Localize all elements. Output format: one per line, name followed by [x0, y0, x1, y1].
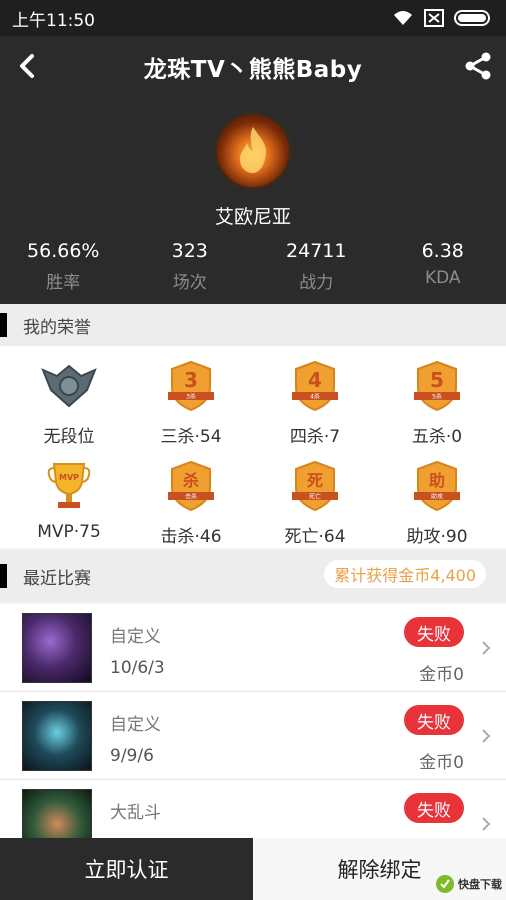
chevron-right-icon — [482, 729, 491, 743]
honor-deaths[interactable]: 死 死亡 死亡·64 — [252, 460, 378, 547]
stat-label: KDA — [424, 268, 461, 288]
stat-label: 场次 — [172, 273, 207, 293]
hero-name: 艾欧尼亚 — [214, 206, 291, 228]
match-row[interactable]: 自定义 10/6/3 失败 金币0 — [0, 604, 506, 692]
rank-emblem-icon — [41, 364, 97, 408]
back-arrow-icon[interactable] — [12, 50, 44, 82]
shield-ribbon-text: 5杀 — [432, 393, 442, 401]
page-title: 龙珠TV丶熊熊Baby — [143, 57, 363, 83]
stat-kda: 6.38 KDA — [380, 240, 506, 293]
assist-shield-icon: 助 助攻 — [414, 460, 460, 512]
honor-label: 助攻·90 — [406, 527, 468, 547]
shield-ribbon-text: 击杀 — [185, 493, 197, 501]
honor-label: 三杀·54 — [160, 427, 222, 447]
bottom-action-bar: 立即认证 解除绑定 快盘下载 — [0, 838, 506, 900]
result-badge: 失败 — [404, 793, 464, 823]
honor-label: 无段位 — [43, 427, 95, 447]
honor-rank[interactable]: 无段位 — [6, 360, 132, 447]
section-title: 最近比赛 — [23, 568, 91, 589]
section-title: 我的荣誉 — [23, 317, 91, 338]
match-coins: 金币0 — [419, 753, 464, 773]
shield-glyph: 杀 — [183, 471, 199, 490]
watermark-text: 快盘下载 — [458, 878, 502, 891]
match-mode: 大乱斗 — [110, 803, 161, 823]
shield-glyph: 死 — [307, 471, 323, 490]
match-coins: 金币0 — [419, 665, 464, 685]
match-kda: 10/6/3 — [110, 658, 165, 678]
shield-glyph: 助 — [429, 471, 445, 490]
chevron-right-icon — [482, 641, 491, 655]
shield-glyph: 4 — [308, 368, 322, 392]
death-shield-icon: 死 死亡 — [292, 460, 338, 512]
shield-ribbon-text: 助攻 — [431, 493, 443, 501]
honor-triple-kill[interactable]: 3 3杀 三杀·54 — [128, 360, 254, 447]
honor-mvp[interactable]: MVP MVP·75 — [6, 460, 132, 542]
penta-kill-shield-icon: 5 5杀 — [414, 360, 460, 412]
mvp-trophy-icon: MVP — [47, 463, 91, 508]
result-badge: 失败 — [404, 617, 464, 647]
watermark: 快盘下载 — [435, 874, 502, 894]
status-icons — [392, 9, 494, 27]
stat-matches: 323 场次 — [127, 240, 254, 293]
stat-label: 胜率 — [46, 273, 81, 293]
kill-shield-icon: 杀 击杀 — [168, 460, 214, 512]
stat-power: 24711 战力 — [253, 240, 380, 293]
sim-icon — [424, 9, 444, 27]
champion-thumbnail — [22, 613, 92, 683]
share-icon[interactable] — [462, 50, 494, 82]
stat-label: 战力 — [299, 273, 334, 293]
honor-label: 五杀·0 — [411, 427, 463, 447]
stat-value: 56.66% — [27, 240, 100, 262]
title-bar: 龙珠TV丶熊熊Baby — [0, 36, 506, 98]
unbind-label: 解除绑定 — [337, 858, 422, 882]
honor-kills[interactable]: 杀 击杀 击杀·46 — [128, 460, 254, 547]
battery-icon — [454, 10, 490, 26]
shield-glyph: 5 — [430, 368, 444, 392]
triple-kill-shield-icon: 3 3杀 — [168, 360, 214, 412]
status-bar: 上午11:50 — [0, 0, 506, 36]
recent-matches-section-header: 最近比赛 累计获得金币4,400 — [0, 550, 506, 602]
stat-value: 323 — [171, 240, 208, 262]
honors-grid: 无段位 3 3杀 三杀·54 4 4杀 四杀·7 5 5杀 五杀·0 MVP M… — [0, 346, 506, 548]
watermark-logo-icon — [436, 875, 454, 893]
stats-row: 56.66% 胜率 323 场次 24711 战力 6.38 KDA — [0, 240, 506, 293]
champion-thumbnail — [22, 701, 92, 771]
section-marker — [0, 313, 7, 337]
match-list: 自定义 10/6/3 失败 金币0 自定义 9/9/6 失败 金币0 大乱斗 失… — [0, 604, 506, 868]
stat-win-rate: 56.66% 胜率 — [0, 240, 127, 293]
wifi-icon — [394, 11, 412, 25]
shield-glyph: 3 — [184, 368, 198, 392]
honors-section-header: 我的荣誉 — [0, 304, 506, 346]
honor-label: MVP·75 — [37, 522, 101, 542]
verify-button[interactable]: 立即认证 — [0, 838, 253, 900]
chevron-right-icon — [482, 817, 491, 831]
quadra-kill-shield-icon: 4 4杀 — [292, 360, 338, 412]
honor-label: 四杀·7 — [289, 427, 341, 447]
total-coins-badge: 累计获得金币4,400 — [324, 560, 486, 588]
honor-label: 死亡·64 — [284, 527, 346, 547]
hero-avatar — [214, 112, 292, 190]
honor-penta-kill[interactable]: 5 5杀 五杀·0 — [374, 360, 500, 447]
flame-icon — [239, 127, 267, 173]
section-marker — [0, 564, 7, 588]
shield-ribbon-text: 4杀 — [310, 393, 320, 401]
status-time: 上午11:50 — [12, 10, 95, 31]
match-mode: 自定义 — [110, 715, 161, 735]
stat-value: 6.38 — [421, 240, 464, 262]
trophy-glyph: MVP — [59, 473, 79, 482]
match-row[interactable]: 自定义 9/9/6 失败 金币0 — [0, 692, 506, 780]
profile-header: 龙珠TV丶熊熊Baby 艾欧尼亚 56.66% 胜率 323 场次 24711 … — [0, 36, 506, 304]
result-badge: 失败 — [404, 705, 464, 735]
match-kda: 9/9/6 — [110, 746, 154, 766]
match-mode: 自定义 — [110, 627, 161, 647]
honor-label: 击杀·46 — [160, 527, 222, 547]
honor-assists[interactable]: 助 助攻 助攻·90 — [374, 460, 500, 547]
stat-value: 24711 — [286, 240, 347, 262]
shield-ribbon-text: 死亡 — [309, 493, 321, 501]
honor-quadra-kill[interactable]: 4 4杀 四杀·7 — [252, 360, 378, 447]
unbind-button[interactable]: 解除绑定 快盘下载 — [253, 838, 506, 900]
shield-ribbon-text: 3杀 — [186, 393, 196, 401]
